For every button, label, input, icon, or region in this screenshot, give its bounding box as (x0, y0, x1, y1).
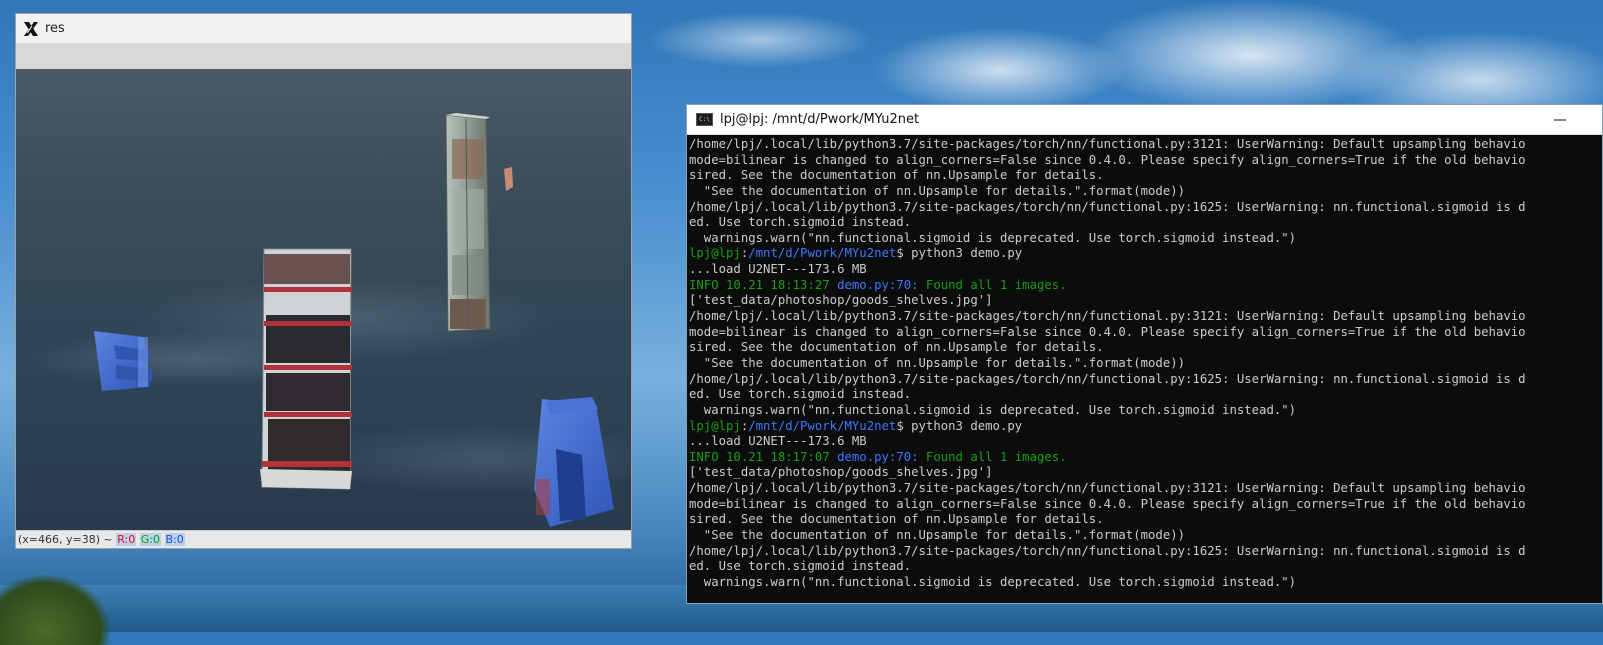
terminal-line: INFO 10.21 18:17:07 demo.py:70: Found al… (689, 450, 1602, 466)
terminal-line: mode=bilinear is changed to align_corner… (689, 497, 1602, 513)
terminal-text: sired. See the documentation of nn.Upsam… (689, 512, 1104, 527)
terminal-line: ed. Use torch.sigmoid instead. (689, 387, 1602, 403)
small-fragment-object (504, 167, 513, 191)
terminal-line: INFO 10.21 18:13:27 demo.py:70: Found al… (689, 278, 1602, 294)
terminal-text: Found all 1 images. (925, 277, 1067, 292)
blue-file-holder-left-object (94, 331, 152, 391)
terminal-text: /home/lpj/.local/lib/python3.7/site-pack… (689, 371, 1526, 386)
terminal-line: mode=bilinear is changed to align_corner… (689, 153, 1602, 169)
terminal-line: ed. Use torch.sigmoid instead. (689, 215, 1602, 231)
terminal-text: warnings.warn("nn.functional.sigmoid is … (689, 230, 1297, 245)
terminal-text: $ python3 demo.py (896, 246, 1023, 261)
cursor-coords: (x=466, y=38) ~ (18, 533, 113, 546)
terminal-line: /home/lpj/.local/lib/python3.7/site-pack… (689, 372, 1602, 388)
blue-value: B:0 (164, 533, 185, 546)
terminal-text: /home/lpj/.local/lib/python3.7/site-pack… (689, 543, 1526, 558)
terminal-line: /home/lpj/.local/lib/python3.7/site-pack… (689, 481, 1602, 497)
terminal-text: Found all 1 images. (925, 449, 1067, 464)
res-window[interactable]: res (x=466, y=38) ~ R:0 G:0 B:0 (15, 13, 632, 549)
res-window-title: res (45, 21, 65, 36)
terminal-text: sired. See the documentation of nn.Upsam… (689, 168, 1104, 183)
terminal-line: ...load U2NET---173.6 MB (689, 434, 1602, 450)
terminal-text: /home/lpj/.local/lib/python3.7/site-pack… (689, 199, 1526, 214)
terminal-line: lpj@lpj:/mnt/d/Pwork/MYu2net$ python3 de… (689, 419, 1602, 435)
terminal-line: mode=bilinear is changed to align_corner… (689, 325, 1602, 341)
terminal-text: mode=bilinear is changed to align_corner… (689, 324, 1526, 339)
terminal-text: ed. Use torch.sigmoid instead. (689, 387, 912, 402)
terminal-text: sired. See the documentation of nn.Upsam… (689, 340, 1104, 355)
terminal-text: "See the documentation of nn.Upsample fo… (689, 528, 1186, 543)
terminal-line: sired. See the documentation of nn.Upsam… (689, 512, 1602, 528)
terminal-text: mode=bilinear is changed to align_corner… (689, 152, 1526, 167)
terminal-text: $ python3 demo.py (896, 418, 1023, 433)
terminal-titlebar[interactable]: C:\ lpj@lpj: /mnt/d/Pwork/MYu2net — (687, 105, 1602, 135)
goods-shelf-object (260, 248, 352, 490)
tower-cabinet-object (445, 113, 491, 332)
terminal-line: /home/lpj/.local/lib/python3.7/site-pack… (689, 309, 1602, 325)
segmentation-result-image (94, 113, 614, 527)
wallpaper-island (0, 575, 110, 645)
terminal-line: warnings.warn("nn.functional.sigmoid is … (689, 231, 1602, 247)
terminal-text: lpj@lpj (689, 246, 741, 261)
console-icon: C:\ (696, 113, 713, 126)
terminal-text: warnings.warn("nn.functional.sigmoid is … (689, 574, 1297, 589)
terminal-line: warnings.warn("nn.functional.sigmoid is … (689, 403, 1602, 419)
terminal-text: "See the documentation of nn.Upsample fo… (689, 355, 1186, 370)
terminal-output[interactable]: /home/lpj/.local/lib/python3.7/site-pack… (687, 135, 1602, 605)
terminal-line: "See the documentation of nn.Upsample fo… (689, 356, 1602, 372)
terminal-text: ['test_data/photoshop/goods_shelves.jpg'… (689, 293, 993, 308)
terminal-line: ed. Use torch.sigmoid instead. (689, 559, 1602, 575)
image-statusbar: (x=466, y=38) ~ R:0 G:0 B:0 (16, 530, 631, 548)
terminal-line: sired. See the documentation of nn.Upsam… (689, 168, 1602, 184)
terminal-text: lpj@lpj (689, 418, 741, 433)
terminal-text: /mnt/d/Pwork/MYu2net (748, 246, 897, 261)
terminal-text: /home/lpj/.local/lib/python3.7/site-pack… (689, 309, 1526, 324)
terminal-line: /home/lpj/.local/lib/python3.7/site-pack… (689, 544, 1602, 560)
terminal-line: ['test_data/photoshop/goods_shelves.jpg'… (689, 465, 1602, 481)
terminal-title: lpj@lpj: /mnt/d/Pwork/MYu2net (720, 112, 920, 127)
green-value: G:0 (139, 533, 161, 546)
terminal-line: sired. See the documentation of nn.Upsam… (689, 340, 1602, 356)
minimize-button[interactable]: — (1540, 105, 1580, 134)
terminal-line: lpj@lpj:/mnt/d/Pwork/MYu2net$ python3 de… (689, 246, 1602, 262)
terminal-text: demo.py:70: (837, 277, 926, 292)
terminal-line: /home/lpj/.local/lib/python3.7/site-pack… (689, 200, 1602, 216)
res-titlebar[interactable]: res (16, 14, 631, 44)
terminal-line: warnings.warn("nn.functional.sigmoid is … (689, 575, 1602, 591)
terminal-text: ['test_data/photoshop/goods_shelves.jpg'… (689, 465, 993, 480)
red-value: R:0 (116, 533, 137, 546)
res-toolbar (16, 44, 631, 70)
terminal-line: "See the documentation of nn.Upsample fo… (689, 184, 1602, 200)
blue-file-holder-right-object (534, 397, 614, 527)
terminal-text: ...load U2NET---173.6 MB (689, 434, 867, 449)
terminal-text: demo.py:70: (837, 449, 926, 464)
terminal-text: /home/lpj/.local/lib/python3.7/site-pack… (689, 137, 1526, 151)
terminal-text: ed. Use torch.sigmoid instead. (689, 559, 912, 574)
terminal-text: INFO 10.21 18:17:07 (689, 449, 838, 464)
terminal-window[interactable]: C:\ lpj@lpj: /mnt/d/Pwork/MYu2net — /hom… (686, 104, 1603, 604)
image-canvas[interactable] (16, 69, 631, 532)
terminal-text: /mnt/d/Pwork/MYu2net (748, 418, 897, 433)
terminal-text: INFO 10.21 18:13:27 (689, 277, 838, 292)
terminal-line: "See the documentation of nn.Upsample fo… (689, 528, 1602, 544)
terminal-text: "See the documentation of nn.Upsample fo… (689, 183, 1186, 198)
terminal-text: /home/lpj/.local/lib/python3.7/site-pack… (689, 481, 1526, 496)
terminal-text: mode=bilinear is changed to align_corner… (689, 496, 1526, 511)
terminal-text: ed. Use torch.sigmoid instead. (689, 215, 912, 230)
terminal-line: /home/lpj/.local/lib/python3.7/site-pack… (689, 137, 1602, 153)
terminal-line: ...load U2NET---173.6 MB (689, 262, 1602, 278)
terminal-line: ['test_data/photoshop/goods_shelves.jpg'… (689, 293, 1602, 309)
terminal-text: ...load U2NET---173.6 MB (689, 262, 867, 277)
terminal-text: warnings.warn("nn.functional.sigmoid is … (689, 402, 1297, 417)
x-server-icon (24, 21, 38, 36)
